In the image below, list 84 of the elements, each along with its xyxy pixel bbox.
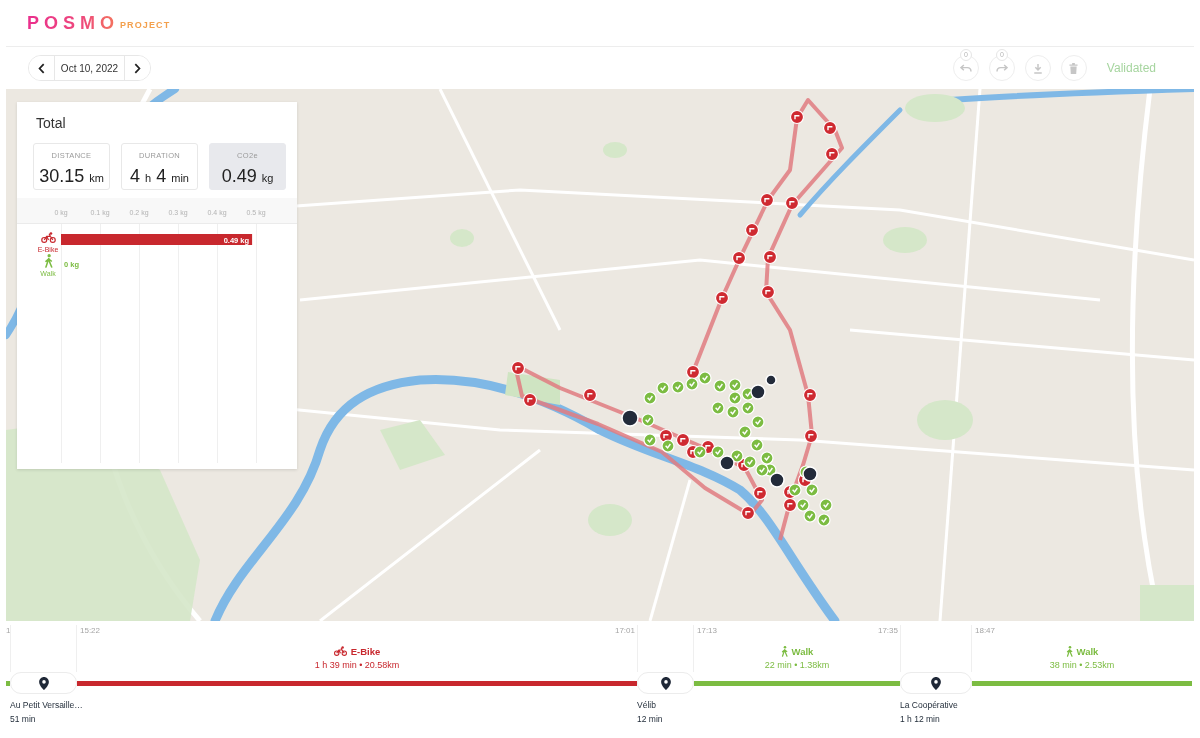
date-button[interactable]: Oct 10, 2022 bbox=[54, 56, 125, 80]
trip-stats: 22 min • 1.38km bbox=[763, 659, 831, 672]
place-card[interactable] bbox=[10, 672, 77, 694]
stay-duration: 12 min bbox=[637, 713, 663, 726]
time-label: 17:01 bbox=[614, 625, 635, 637]
walk-direction-marker bbox=[738, 425, 752, 439]
walk-direction-marker bbox=[819, 498, 833, 512]
walking-person-icon bbox=[1065, 645, 1073, 657]
bicycle-icon bbox=[333, 646, 347, 656]
time-label: 17:13 bbox=[697, 625, 718, 637]
park-area bbox=[1140, 585, 1194, 621]
park-area bbox=[905, 94, 965, 122]
walk-direction-marker bbox=[711, 401, 725, 415]
walk-direction-marker bbox=[713, 379, 727, 393]
stop-marker[interactable] bbox=[719, 455, 735, 471]
time-label: 1 bbox=[6, 625, 11, 637]
walk-direction-marker bbox=[726, 405, 740, 419]
walk-direction-marker bbox=[661, 439, 675, 453]
park-area bbox=[883, 227, 927, 253]
walk-direction-marker bbox=[788, 483, 802, 497]
walk-direction-marker bbox=[743, 455, 757, 469]
stop-marker[interactable] bbox=[750, 384, 766, 400]
walk-direction-marker bbox=[755, 463, 769, 477]
trash-icon bbox=[1069, 62, 1079, 74]
walk-direction-marker bbox=[693, 445, 707, 459]
walk-direction-marker bbox=[751, 415, 765, 429]
trip-stats: 1 h 39 min • 20.58km bbox=[313, 659, 401, 672]
route-segment-bar[interactable] bbox=[77, 680, 637, 686]
walk-direction-marker bbox=[643, 433, 657, 447]
stat-value: 30.15 km bbox=[39, 165, 104, 188]
park-area bbox=[917, 400, 973, 440]
stat-value: 0.49 kg bbox=[221, 165, 274, 188]
walk-direction-marker bbox=[641, 413, 655, 427]
map-pin-icon bbox=[931, 676, 941, 690]
logo-subtitle: PROJECT bbox=[120, 19, 171, 30]
walk-direction-marker bbox=[728, 378, 742, 392]
map-pin-icon bbox=[38, 676, 49, 690]
walking-person-icon bbox=[45, 254, 52, 268]
walk-direction-marker bbox=[805, 483, 819, 497]
stop-marker[interactable] bbox=[802, 466, 818, 482]
time-label: 17:35 bbox=[877, 625, 898, 637]
place-card[interactable] bbox=[900, 672, 972, 694]
stop-marker[interactable] bbox=[765, 374, 777, 386]
stat-value: 4 h 4 min bbox=[130, 165, 189, 188]
walk-direction-marker bbox=[760, 451, 774, 465]
mode-label: Walk bbox=[791, 645, 814, 657]
walk-direction-marker bbox=[685, 377, 699, 391]
panel-title: Total bbox=[36, 114, 66, 132]
park-area bbox=[380, 420, 445, 470]
download-icon bbox=[1032, 62, 1043, 74]
mode-label: E-Bike bbox=[350, 645, 381, 657]
stay-duration: 1 h 12 min bbox=[900, 713, 940, 726]
walk-direction-marker bbox=[643, 391, 657, 405]
place-name: La Coopérative bbox=[900, 699, 958, 712]
walk-direction-marker bbox=[803, 509, 817, 523]
place-name: Au Petit Versaille… bbox=[10, 699, 83, 712]
chevron-left-icon bbox=[38, 62, 45, 74]
place-card[interactable] bbox=[637, 672, 694, 694]
bicycle-icon bbox=[41, 232, 56, 243]
walk-direction-marker bbox=[817, 513, 831, 527]
walk-direction-marker bbox=[741, 401, 755, 415]
map-pin-icon bbox=[660, 676, 671, 690]
undo-icon bbox=[959, 63, 972, 73]
park-area bbox=[450, 229, 474, 247]
walk-direction-marker bbox=[796, 498, 810, 512]
stop-marker[interactable] bbox=[769, 472, 785, 488]
trip-stats: 38 min • 2.53km bbox=[1048, 659, 1116, 672]
time-label: 18:47 bbox=[975, 625, 996, 637]
time-label: 15:22 bbox=[80, 625, 101, 637]
walk-direction-marker bbox=[671, 380, 685, 394]
walk-direction-marker bbox=[698, 371, 712, 385]
place-name: Vélib bbox=[637, 699, 656, 712]
walk-direction-marker bbox=[656, 381, 670, 395]
mode-label: Walk bbox=[1076, 645, 1099, 657]
chevron-right-icon bbox=[134, 62, 141, 74]
park-area bbox=[588, 504, 632, 536]
stop-marker[interactable] bbox=[621, 409, 639, 427]
walking-person-icon bbox=[780, 645, 788, 657]
park-area bbox=[603, 142, 627, 158]
walk-direction-marker bbox=[750, 438, 764, 452]
walk-direction-marker bbox=[728, 391, 742, 405]
redo-icon bbox=[995, 63, 1008, 73]
stay-duration: 51 min bbox=[10, 713, 36, 726]
walk-direction-marker bbox=[711, 445, 725, 459]
